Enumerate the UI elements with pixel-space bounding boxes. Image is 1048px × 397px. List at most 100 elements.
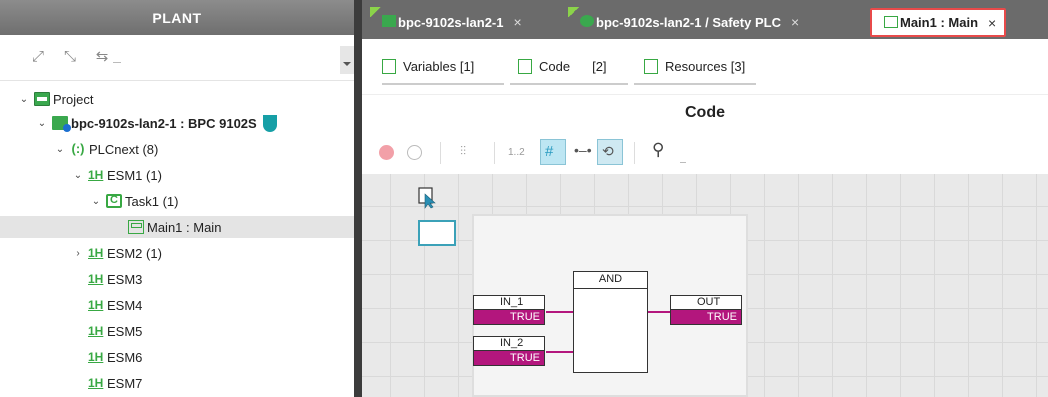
- tree-node-esm2[interactable]: › 1H ESM2 (1): [72, 242, 162, 264]
- tab-code-count: [2]: [592, 58, 607, 74]
- tree-node-main1[interactable]: Main1 : Main: [0, 216, 354, 238]
- editor-toolbar: ⫶⫶ 1..2 # •–• ⟲ ⚲: [362, 134, 1048, 174]
- toolbar-separator: [440, 142, 441, 164]
- toolbar-separator: [634, 142, 635, 164]
- esm-icon: 1H: [88, 376, 104, 390]
- search-icon[interactable]: ⚲: [652, 140, 664, 160]
- tree-node-label: ESM3: [107, 271, 143, 287]
- app-window: PLANT ⤢ ⤡ ⇆ ⌄ Project ⌄ bpc-9102s-lan2-1…: [0, 0, 1048, 397]
- project-icon: [34, 92, 50, 106]
- output-variable-out[interactable]: OUT TRUE: [670, 295, 742, 325]
- close-icon[interactable]: ×: [791, 14, 799, 30]
- chevron-down-icon[interactable]: ⌄: [72, 170, 84, 181]
- tab-variables[interactable]: Variables [1]: [382, 54, 474, 78]
- chevron-right-icon[interactable]: ›: [72, 248, 84, 259]
- tree-node-label: PLCnext (8): [89, 141, 159, 157]
- tree-node-esm5[interactable]: 1H ESM5: [88, 320, 142, 342]
- tree-node-esm4[interactable]: 1H ESM4: [88, 294, 142, 316]
- tree-node-label: Task1 (1): [125, 193, 179, 209]
- variable-name: IN_2: [474, 337, 544, 351]
- breakpoint-empty-icon[interactable]: [407, 145, 422, 160]
- subtab-underline: [634, 83, 756, 85]
- tree-node-label: Main1 : Main: [147, 219, 222, 235]
- pan-icon: ⟲: [602, 143, 614, 159]
- block-name: AND: [574, 272, 647, 289]
- tree-node-label: ESM7: [107, 375, 143, 391]
- tree-node-task1[interactable]: ⌄ Task1 (1): [90, 190, 179, 212]
- safety-shield-icon: [262, 114, 277, 132]
- resources-icon: [644, 58, 658, 74]
- input-variable-in2[interactable]: IN_2 TRUE: [473, 336, 545, 366]
- grid-icon: #: [545, 143, 554, 160]
- editor-tabbar: bpc-9102s-lan2-1 × bpc-9102s-lan2-1 / Sa…: [362, 0, 1048, 39]
- tree-node-esm3[interactable]: 1H ESM3: [88, 268, 142, 290]
- esm-icon: 1H: [88, 246, 104, 260]
- tree-node-project[interactable]: ⌄ Project: [18, 88, 94, 110]
- subtab-underline: [382, 83, 504, 85]
- tree-node-label: ESM5: [107, 323, 143, 339]
- plant-title: PLANT: [0, 0, 354, 35]
- zoom-dropdown-caret[interactable]: [680, 162, 686, 163]
- tab-resources[interactable]: Resources [3]: [644, 54, 745, 78]
- tree-node-esm1[interactable]: ⌄ 1H ESM1 (1): [72, 164, 162, 186]
- toolbar-separator: [494, 142, 495, 164]
- tab-main1[interactable]: Main1 : Main ×: [870, 8, 1007, 37]
- editor-subtabs: Variables [1] Code [2] Resources [3]: [362, 39, 1048, 95]
- chevron-down-icon[interactable]: ⌄: [54, 144, 66, 155]
- esm-icon: 1H: [88, 272, 104, 286]
- tab-safety-plc[interactable]: bpc-9102s-lan2-1 / Safety PLC ×: [568, 7, 799, 37]
- tab-label: bpc-9102s-lan2-1: [398, 14, 504, 30]
- collapse-all-icon[interactable]: ⤡: [60, 49, 80, 65]
- code-icon: [518, 58, 532, 74]
- program-instance-icon: [884, 16, 898, 28]
- variable-value: TRUE: [671, 310, 741, 324]
- tree-node-label: bpc-9102s-lan2-1 : BPC 9102S: [71, 115, 257, 131]
- input-variable-in1[interactable]: IN_1 TRUE: [473, 295, 545, 325]
- select-pointer-icon[interactable]: [418, 187, 438, 209]
- variable-name: OUT: [671, 296, 741, 310]
- expand-all-icon[interactable]: ⤢: [28, 49, 48, 65]
- rectangle-tool-icon[interactable]: [418, 220, 456, 246]
- close-icon[interactable]: ×: [514, 14, 522, 30]
- sync-arrows-icon[interactable]: ⇆: [92, 49, 112, 65]
- task-icon: [106, 194, 122, 208]
- chevron-down-icon[interactable]: ⌄: [90, 196, 102, 207]
- tree-node-esm6[interactable]: 1H ESM6: [88, 346, 142, 368]
- tab-corner-marker: [370, 7, 382, 17]
- align-icon[interactable]: ⫶⫶: [460, 144, 466, 159]
- tree-node-label: Project: [53, 91, 94, 107]
- toolbar-dropdown-caret[interactable]: [113, 62, 121, 66]
- tree-node-device[interactable]: ⌄ bpc-9102s-lan2-1 : BPC 9102S: [36, 112, 277, 134]
- fbd-canvas[interactable]: IN_1 TRUE IN_2 TRUE AND OUT TRUE: [362, 174, 1048, 397]
- panel-splitter[interactable]: [354, 0, 362, 397]
- close-icon[interactable]: ×: [988, 15, 996, 31]
- connection-wire[interactable]: [648, 311, 670, 313]
- tab-label: bpc-9102s-lan2-1 / Safety PLC: [596, 14, 781, 30]
- connection-wire[interactable]: [546, 351, 573, 353]
- tree-node-plcnext[interactable]: ⌄ (:) PLCnext (8): [54, 138, 159, 160]
- chevron-down-icon[interactable]: ⌄: [18, 94, 30, 105]
- tab-corner-marker: [568, 7, 580, 17]
- esm-icon: 1H: [88, 350, 104, 364]
- variable-value: TRUE: [474, 351, 544, 365]
- variable-name: IN_1: [474, 296, 544, 310]
- tab-code[interactable]: Code [2]: [518, 54, 607, 78]
- tree-node-label: ESM1 (1): [107, 167, 162, 183]
- tree-node-label: ESM4: [107, 297, 143, 313]
- subtab-underline: [510, 83, 628, 85]
- tree-node-label: ESM6: [107, 349, 143, 365]
- execution-order-icon[interactable]: 1..2: [508, 147, 525, 158]
- tab-device[interactable]: bpc-9102s-lan2-1 ×: [370, 7, 522, 37]
- esm-icon: 1H: [88, 168, 104, 182]
- tab-resources-label: Resources [3]: [665, 58, 746, 74]
- breakpoint-icon[interactable]: [379, 145, 394, 160]
- tree-node-esm7[interactable]: 1H ESM7: [88, 372, 142, 394]
- device-icon: [382, 15, 396, 27]
- plant-toolbar: ⤢ ⤡ ⇆: [0, 35, 354, 81]
- connection-wire[interactable]: [546, 311, 573, 313]
- and-function-block[interactable]: AND: [573, 271, 648, 373]
- scroll-down-button[interactable]: [340, 46, 354, 74]
- connect-line-icon[interactable]: •–•: [574, 142, 592, 158]
- editor-area: bpc-9102s-lan2-1 × bpc-9102s-lan2-1 / Sa…: [362, 0, 1048, 397]
- chevron-down-icon[interactable]: ⌄: [36, 118, 48, 129]
